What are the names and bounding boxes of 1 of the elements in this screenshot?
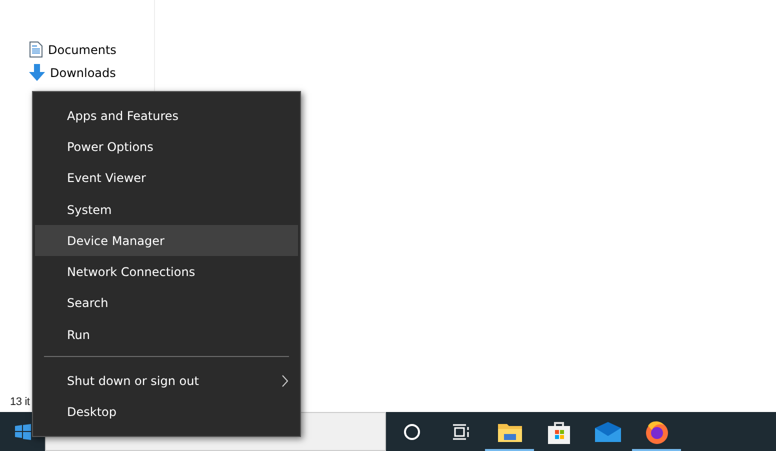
status-text: 13 it bbox=[10, 396, 30, 408]
